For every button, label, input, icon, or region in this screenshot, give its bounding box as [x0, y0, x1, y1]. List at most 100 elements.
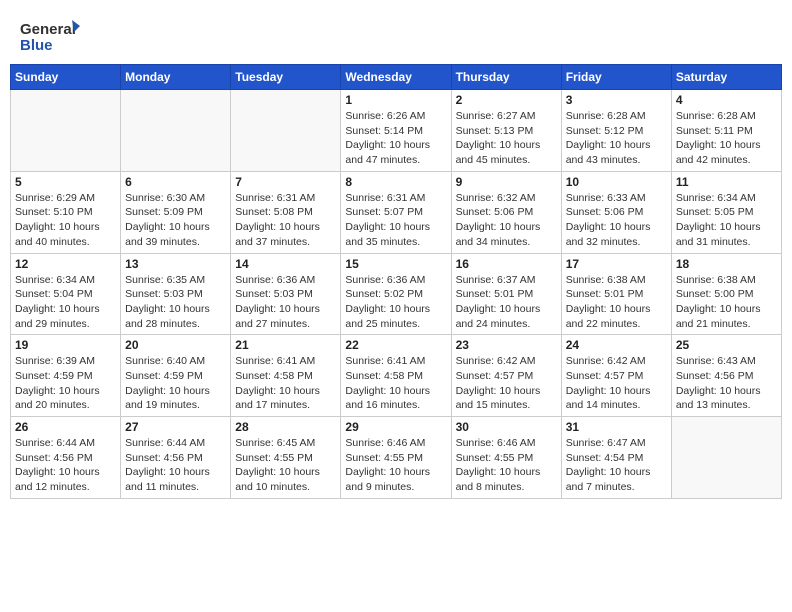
calendar-cell: 23 Sunrise: 6:42 AM Sunset: 4:57 PM Dayli…	[451, 335, 561, 417]
calendar-cell: 17 Sunrise: 6:38 AM Sunset: 5:01 PM Dayli…	[561, 253, 671, 335]
day-info: Sunrise: 6:36 AM Sunset: 5:02 PM Dayligh…	[345, 273, 446, 332]
day-number: 18	[676, 257, 777, 271]
calendar-cell: 10 Sunrise: 6:33 AM Sunset: 5:06 PM Dayli…	[561, 171, 671, 253]
day-number: 9	[456, 175, 557, 189]
calendar-cell: 13 Sunrise: 6:35 AM Sunset: 5:03 PM Dayli…	[121, 253, 231, 335]
day-number: 6	[125, 175, 226, 189]
calendar-header-tuesday: Tuesday	[231, 65, 341, 90]
svg-text:Blue: Blue	[20, 37, 53, 54]
logo: GeneralBlue	[20, 18, 80, 54]
day-number: 3	[566, 93, 667, 107]
day-info: Sunrise: 6:44 AM Sunset: 4:56 PM Dayligh…	[125, 436, 226, 495]
day-info: Sunrise: 6:38 AM Sunset: 5:00 PM Dayligh…	[676, 273, 777, 332]
day-info: Sunrise: 6:27 AM Sunset: 5:13 PM Dayligh…	[456, 109, 557, 168]
calendar-cell: 16 Sunrise: 6:37 AM Sunset: 5:01 PM Dayli…	[451, 253, 561, 335]
calendar-cell: 11 Sunrise: 6:34 AM Sunset: 5:05 PM Dayli…	[671, 171, 781, 253]
calendar-cell: 18 Sunrise: 6:38 AM Sunset: 5:00 PM Dayli…	[671, 253, 781, 335]
day-number: 24	[566, 338, 667, 352]
calendar-cell: 7Sunrise: 6:31 AM Sunset: 5:08 PM Daylig…	[231, 171, 341, 253]
calendar-cell: 22Sunrise: 6:41 AM Sunset: 4:58 PM Dayli…	[341, 335, 451, 417]
calendar-cell: 30 Sunrise: 6:46 AM Sunset: 4:55 PM Dayli…	[451, 417, 561, 499]
calendar-cell: 6 Sunrise: 6:30 AM Sunset: 5:09 PM Daylig…	[121, 171, 231, 253]
day-number: 25	[676, 338, 777, 352]
calendar-cell: 12 Sunrise: 6:34 AM Sunset: 5:04 PM Dayli…	[11, 253, 121, 335]
page-header: GeneralBlue	[10, 10, 782, 58]
calendar-cell	[11, 90, 121, 172]
day-number: 14	[235, 257, 336, 271]
calendar-cell: 25 Sunrise: 6:43 AM Sunset: 4:56 PM Dayli…	[671, 335, 781, 417]
day-info: Sunrise: 6:41 AM Sunset: 4:58 PM Dayligh…	[235, 354, 336, 413]
day-number: 4	[676, 93, 777, 107]
day-number: 20	[125, 338, 226, 352]
calendar-cell: 21 Sunrise: 6:41 AM Sunset: 4:58 PM Dayli…	[231, 335, 341, 417]
calendar-header-sunday: Sunday	[11, 65, 121, 90]
day-info: Sunrise: 6:33 AM Sunset: 5:06 PM Dayligh…	[566, 191, 667, 250]
calendar-cell: 3 Sunrise: 6:28 AM Sunset: 5:12 PM Daylig…	[561, 90, 671, 172]
day-info: Sunrise: 6:42 AM Sunset: 4:57 PM Dayligh…	[456, 354, 557, 413]
day-number: 28	[235, 420, 336, 434]
day-number: 15	[345, 257, 446, 271]
day-number: 31	[566, 420, 667, 434]
day-info: Sunrise: 6:30 AM Sunset: 5:09 PM Dayligh…	[125, 191, 226, 250]
day-number: 7	[235, 175, 336, 189]
day-info: Sunrise: 6:34 AM Sunset: 5:04 PM Dayligh…	[15, 273, 116, 332]
day-info: Sunrise: 6:47 AM Sunset: 4:54 PM Dayligh…	[566, 436, 667, 495]
day-info: Sunrise: 6:34 AM Sunset: 5:05 PM Dayligh…	[676, 191, 777, 250]
svg-text:General: General	[20, 21, 76, 38]
day-info: Sunrise: 6:38 AM Sunset: 5:01 PM Dayligh…	[566, 273, 667, 332]
calendar-table: SundayMondayTuesdayWednesdayThursdayFrid…	[10, 64, 782, 499]
logo-svg: GeneralBlue	[20, 18, 80, 54]
calendar-cell: 2Sunrise: 6:27 AM Sunset: 5:13 PM Daylig…	[451, 90, 561, 172]
calendar-cell: 9 Sunrise: 6:32 AM Sunset: 5:06 PM Daylig…	[451, 171, 561, 253]
day-number: 23	[456, 338, 557, 352]
day-info: Sunrise: 6:35 AM Sunset: 5:03 PM Dayligh…	[125, 273, 226, 332]
calendar-cell: 31 Sunrise: 6:47 AM Sunset: 4:54 PM Dayli…	[561, 417, 671, 499]
day-number: 11	[676, 175, 777, 189]
day-info: Sunrise: 6:31 AM Sunset: 5:07 PM Dayligh…	[345, 191, 446, 250]
day-number: 10	[566, 175, 667, 189]
day-info: Sunrise: 6:43 AM Sunset: 4:56 PM Dayligh…	[676, 354, 777, 413]
calendar-week-row: 26Sunrise: 6:44 AM Sunset: 4:56 PM Dayli…	[11, 417, 782, 499]
day-info: Sunrise: 6:28 AM Sunset: 5:11 PM Dayligh…	[676, 109, 777, 168]
day-number: 5	[15, 175, 116, 189]
day-info: Sunrise: 6:28 AM Sunset: 5:12 PM Dayligh…	[566, 109, 667, 168]
calendar-cell: 19 Sunrise: 6:39 AM Sunset: 4:59 PM Dayli…	[11, 335, 121, 417]
calendar-cell: 4 Sunrise: 6:28 AM Sunset: 5:11 PM Daylig…	[671, 90, 781, 172]
day-info: Sunrise: 6:46 AM Sunset: 4:55 PM Dayligh…	[456, 436, 557, 495]
day-info: Sunrise: 6:42 AM Sunset: 4:57 PM Dayligh…	[566, 354, 667, 413]
calendar-cell: 27 Sunrise: 6:44 AM Sunset: 4:56 PM Dayli…	[121, 417, 231, 499]
day-info: Sunrise: 6:32 AM Sunset: 5:06 PM Dayligh…	[456, 191, 557, 250]
day-number: 29	[345, 420, 446, 434]
calendar-cell: 8 Sunrise: 6:31 AM Sunset: 5:07 PM Daylig…	[341, 171, 451, 253]
calendar-cell: 14Sunrise: 6:36 AM Sunset: 5:03 PM Dayli…	[231, 253, 341, 335]
day-number: 30	[456, 420, 557, 434]
calendar-cell	[121, 90, 231, 172]
calendar-cell: 15 Sunrise: 6:36 AM Sunset: 5:02 PM Dayli…	[341, 253, 451, 335]
calendar-cell: 29 Sunrise: 6:46 AM Sunset: 4:55 PM Dayli…	[341, 417, 451, 499]
day-number: 21	[235, 338, 336, 352]
calendar-cell: 26Sunrise: 6:44 AM Sunset: 4:56 PM Dayli…	[11, 417, 121, 499]
calendar-cell	[231, 90, 341, 172]
calendar-header-friday: Friday	[561, 65, 671, 90]
day-info: Sunrise: 6:37 AM Sunset: 5:01 PM Dayligh…	[456, 273, 557, 332]
day-number: 19	[15, 338, 116, 352]
day-number: 27	[125, 420, 226, 434]
day-number: 8	[345, 175, 446, 189]
day-info: Sunrise: 6:41 AM Sunset: 4:58 PM Dayligh…	[345, 354, 446, 413]
day-info: Sunrise: 6:46 AM Sunset: 4:55 PM Dayligh…	[345, 436, 446, 495]
day-info: Sunrise: 6:29 AM Sunset: 5:10 PM Dayligh…	[15, 191, 116, 250]
calendar-week-row: 5 Sunrise: 6:29 AM Sunset: 5:10 PM Daylig…	[11, 171, 782, 253]
day-number: 12	[15, 257, 116, 271]
day-info: Sunrise: 6:26 AM Sunset: 5:14 PM Dayligh…	[345, 109, 446, 168]
day-number: 1	[345, 93, 446, 107]
calendar-week-row: 1 Sunrise: 6:26 AM Sunset: 5:14 PM Daylig…	[11, 90, 782, 172]
calendar-header-thursday: Thursday	[451, 65, 561, 90]
calendar-cell: 28Sunrise: 6:45 AM Sunset: 4:55 PM Dayli…	[231, 417, 341, 499]
day-number: 17	[566, 257, 667, 271]
day-info: Sunrise: 6:44 AM Sunset: 4:56 PM Dayligh…	[15, 436, 116, 495]
day-number: 16	[456, 257, 557, 271]
calendar-cell: 24 Sunrise: 6:42 AM Sunset: 4:57 PM Dayli…	[561, 335, 671, 417]
day-info: Sunrise: 6:39 AM Sunset: 4:59 PM Dayligh…	[15, 354, 116, 413]
calendar-header-wednesday: Wednesday	[341, 65, 451, 90]
day-number: 13	[125, 257, 226, 271]
